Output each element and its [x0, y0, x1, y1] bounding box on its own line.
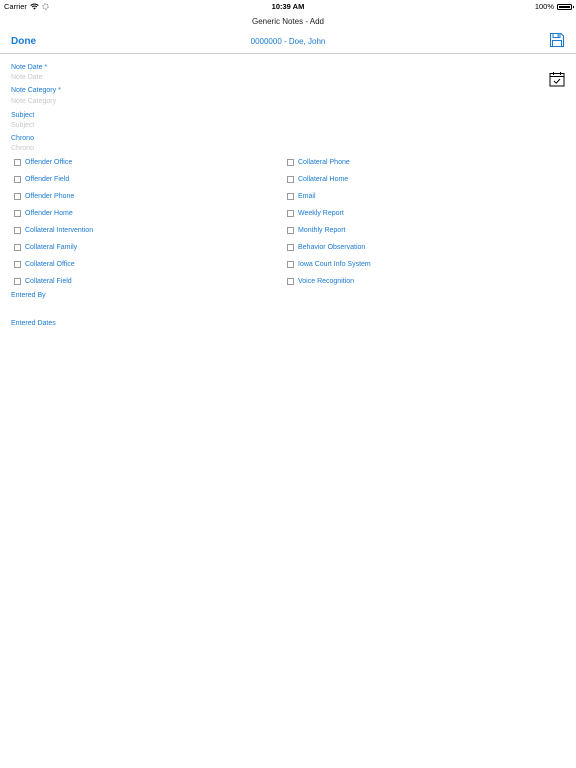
- checkbox[interactable]: [287, 176, 294, 183]
- checkbox-label[interactable]: Collateral Intervention: [25, 227, 93, 234]
- checkbox-label[interactable]: Weekly Report: [298, 210, 344, 217]
- status-bar: Carrier 10:39 AM 100%: [0, 0, 576, 12]
- checkbox[interactable]: [287, 193, 294, 200]
- checkbox[interactable]: [14, 227, 21, 234]
- checkbox[interactable]: [14, 159, 21, 166]
- checkbox[interactable]: [287, 261, 294, 268]
- status-time: 10:39 AM: [271, 2, 305, 11]
- checkbox-label[interactable]: Behavior Observation: [298, 244, 365, 251]
- battery-icon: [557, 3, 574, 10]
- checkbox[interactable]: [14, 176, 21, 183]
- checkbox[interactable]: [14, 193, 21, 200]
- entered-dates-label: Entered Dates: [11, 320, 56, 327]
- checkbox[interactable]: [14, 210, 21, 217]
- checkbox-label[interactable]: Monthly Report: [298, 227, 345, 234]
- note-category-field[interactable]: Note Category: [11, 98, 56, 105]
- checkbox-label[interactable]: Offender Home: [25, 210, 73, 217]
- checkbox[interactable]: [287, 210, 294, 217]
- checkbox-label[interactable]: Offender Office: [25, 159, 72, 166]
- checkbox[interactable]: [287, 244, 294, 251]
- note-date-label: Note Date *: [11, 64, 48, 71]
- checkbox[interactable]: [14, 244, 21, 251]
- battery-percent: 100%: [534, 2, 554, 11]
- note-date-field[interactable]: Note Date: [11, 74, 43, 81]
- checkbox-label[interactable]: Offender Phone: [25, 193, 74, 200]
- checkbox-label[interactable]: Collateral Office: [25, 261, 75, 268]
- chrono-label: Chrono: [11, 135, 34, 142]
- entered-by-label: Entered By: [11, 292, 46, 299]
- checkbox-label[interactable]: Collateral Phone: [298, 159, 350, 166]
- checkbox[interactable]: [287, 227, 294, 234]
- checkbox[interactable]: [287, 278, 294, 285]
- note-category-label: Note Category *: [11, 87, 61, 94]
- chrono-field[interactable]: Chrono: [11, 145, 34, 152]
- checkbox-label[interactable]: Email: [298, 193, 316, 200]
- checkbox-label[interactable]: Voice Recognition: [298, 278, 354, 285]
- nav-bar: Done 0000000 - Doe, John: [0, 28, 576, 54]
- checkbox[interactable]: [14, 261, 21, 268]
- calendar-check-icon[interactable]: [549, 71, 565, 87]
- page-title: Generic Notes - Add: [251, 17, 325, 26]
- subject-field[interactable]: Subject: [11, 122, 34, 129]
- checkbox-label[interactable]: Collateral Field: [25, 278, 72, 285]
- subject-label: Subject: [11, 112, 35, 119]
- checkbox-label[interactable]: Iowa Court Info System: [298, 261, 371, 268]
- checkbox-label[interactable]: Offender Field: [25, 176, 69, 183]
- checkbox-label[interactable]: Collateral Home: [298, 176, 348, 183]
- floppy-disk-icon[interactable]: [549, 32, 565, 48]
- client-name: 0000000 - Doe, John: [250, 37, 326, 46]
- checkbox-label[interactable]: Collateral Family: [25, 244, 77, 251]
- checkbox[interactable]: [287, 159, 294, 166]
- checkbox[interactable]: [14, 278, 21, 285]
